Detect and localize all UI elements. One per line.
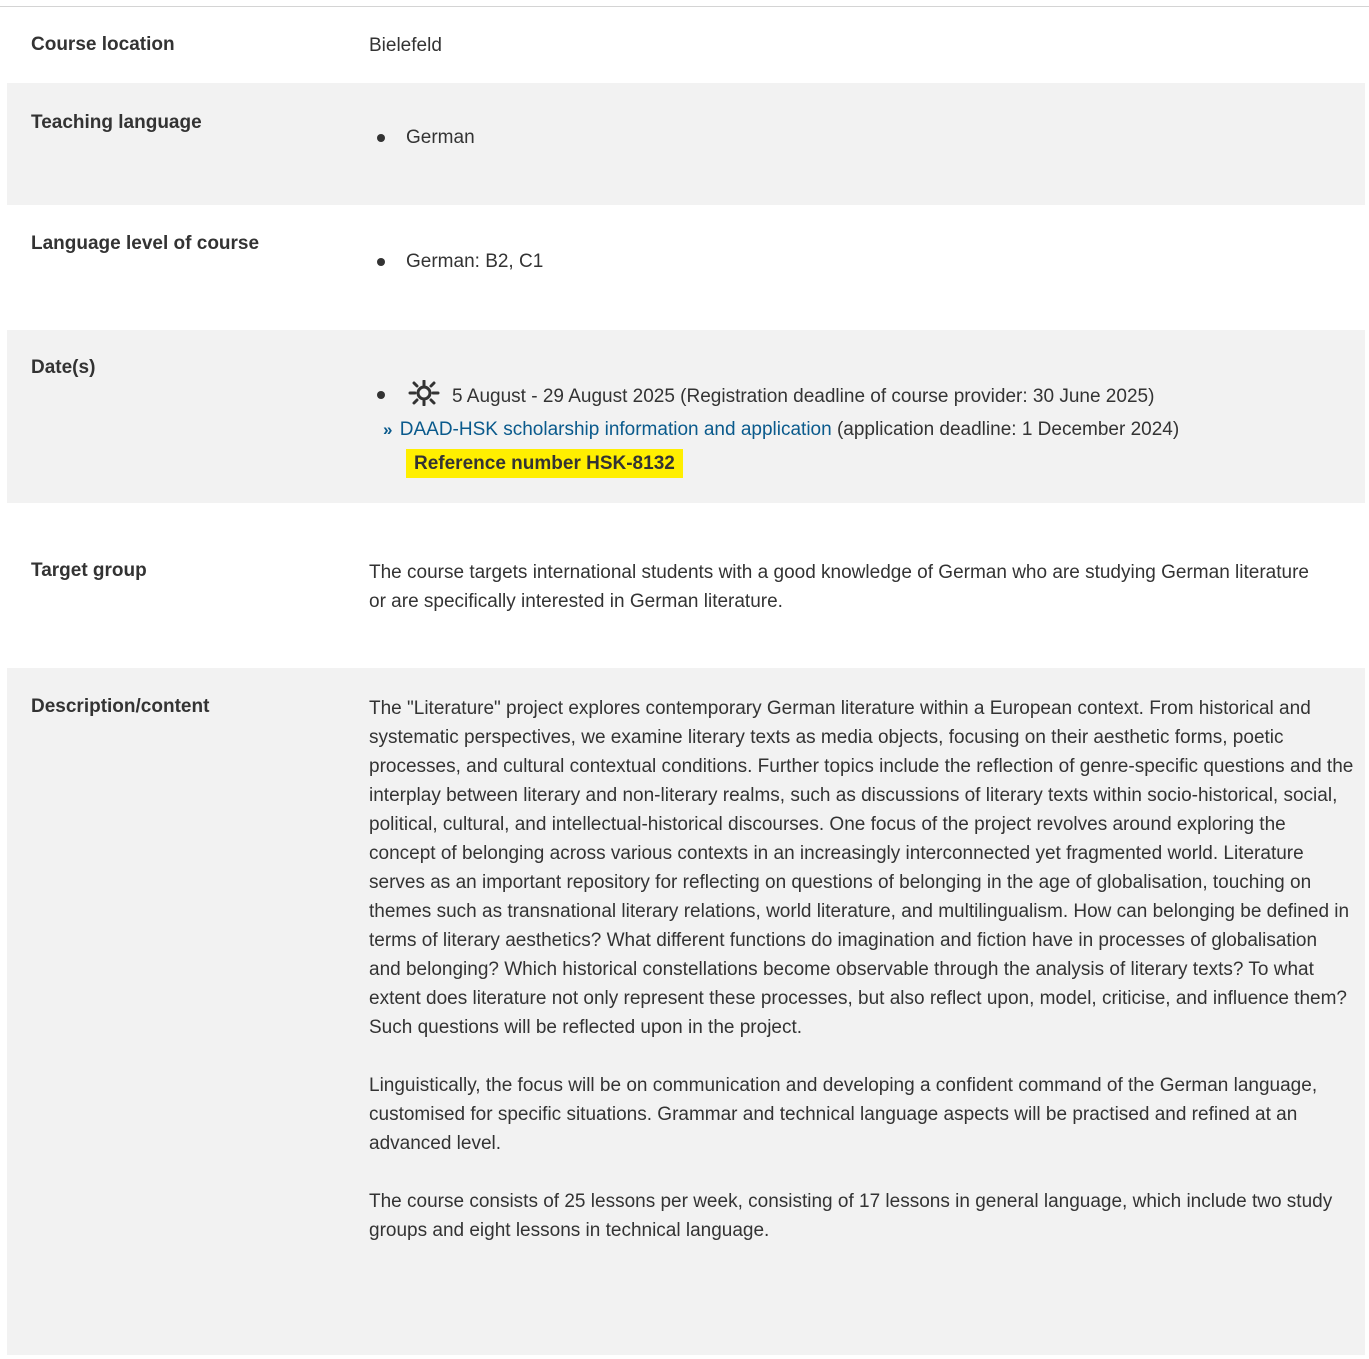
teaching-language-value: German	[369, 123, 1365, 152]
application-deadline-text: (application deadline: 1 December 2024)	[836, 419, 1180, 440]
teaching-language-label: Teaching language	[31, 112, 202, 133]
target-group-label: Target group	[31, 560, 147, 581]
course-details: Course location Bielefeld Teaching langu…	[0, 0, 1369, 1359]
row-teaching-language: Teaching language German	[7, 83, 1365, 205]
description-paragraph: Linguistically, the focus will be on com…	[369, 1075, 1318, 1154]
sun-icon	[406, 379, 442, 415]
scholarship-link[interactable]: DAAD-HSK scholarship information and app…	[400, 419, 832, 440]
row-course-location: Course location Bielefeld	[7, 7, 1365, 83]
row-target-group: Target group The course targets internat…	[7, 503, 1365, 668]
list-item: German: B2, C1	[369, 247, 1365, 276]
dates-value: 5 August - 29 August 2025 (Registration …	[369, 379, 1365, 478]
description-value: The "Literature" project explores contem…	[369, 694, 1354, 1245]
row-dates: Date(s) 5 August - 29 August 2025 (Regis…	[7, 330, 1365, 503]
course-location-value: Bielefeld	[369, 35, 442, 56]
language-level-label: Language level of course	[31, 233, 260, 254]
description-paragraph: The "Literature" project explores contem…	[369, 698, 1354, 1038]
row-language-level: Language level of course German: B2, C1	[7, 205, 1365, 330]
list-item: German	[369, 123, 1365, 152]
date-range-text: 5 August - 29 August 2025 (Registration …	[452, 386, 1155, 407]
target-group-value: The course targets international student…	[369, 562, 1309, 612]
description-label: Description/content	[31, 696, 210, 717]
course-location-label: Course location	[31, 34, 175, 55]
description-paragraph: The course consists of 25 lessons per we…	[369, 1191, 1333, 1241]
row-description: Description/content The "Literature" pro…	[7, 668, 1365, 1355]
reference-number-badge: Reference number HSK-8132	[406, 449, 683, 478]
dates-label: Date(s)	[31, 357, 96, 378]
scholarship-line: » DAAD-HSK scholarship information and a…	[369, 415, 1365, 444]
date-list-item: 5 August - 29 August 2025 (Registration …	[369, 379, 1365, 415]
link-arrow-icon: »	[383, 420, 393, 439]
language-level-value: German: B2, C1	[369, 247, 1365, 276]
